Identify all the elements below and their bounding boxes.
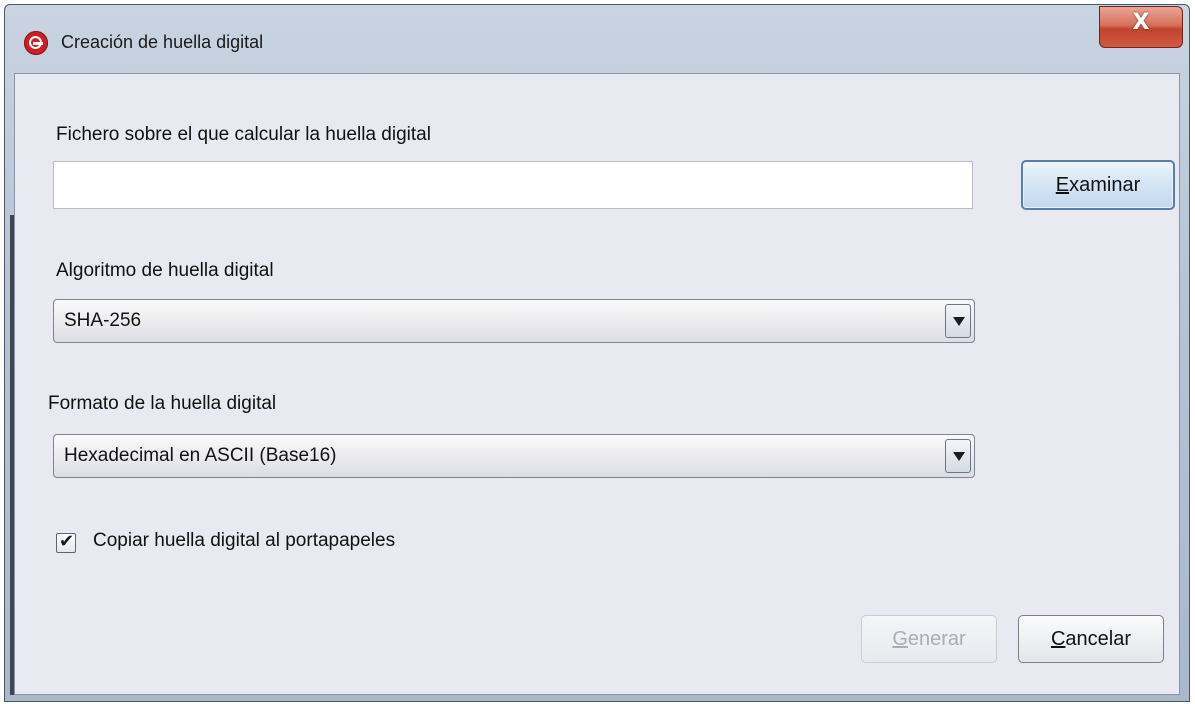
copy-clipboard-checkbox[interactable] xyxy=(56,531,76,553)
format-select-value: Hexadecimal en ASCII (Base16) xyxy=(64,445,337,466)
app-logo-icon xyxy=(24,31,48,55)
format-select[interactable]: Hexadecimal en ASCII (Base16) xyxy=(53,434,975,478)
format-label: Formato de la huella digital xyxy=(48,393,277,414)
generate-button[interactable]: Generar xyxy=(861,615,997,663)
dialog-content: Fichero sobre el que calcular la huella … xyxy=(14,73,1180,695)
cancel-button-label: Cancelar xyxy=(1050,628,1132,650)
close-icon: X xyxy=(1132,10,1150,35)
close-button[interactable]: X xyxy=(1099,6,1183,48)
algorithm-select[interactable]: SHA-256 xyxy=(53,299,975,343)
cancel-button[interactable]: Cancelar xyxy=(1018,615,1164,663)
browse-button-label: Examinar xyxy=(1055,174,1141,196)
algorithm-label: Algoritmo de huella digital xyxy=(56,260,274,281)
chevron-down-icon[interactable] xyxy=(945,439,971,473)
generate-button-label: Generar xyxy=(892,628,966,650)
dialog-window: Creación de huella digital X Fichero sob… xyxy=(4,4,1190,702)
title-bar[interactable]: Creación de huella digital X xyxy=(5,5,1189,73)
file-path-input[interactable] xyxy=(53,161,973,209)
window-title: Creación de huella digital xyxy=(61,32,264,52)
chevron-down-icon[interactable] xyxy=(945,304,971,338)
algorithm-select-value: SHA-256 xyxy=(64,310,142,331)
file-label: Fichero sobre el que calcular la huella … xyxy=(56,124,431,145)
browse-button[interactable]: Examinar xyxy=(1021,160,1175,210)
copy-clipboard-label[interactable]: Copiar huella digital al portapapeles xyxy=(93,530,395,552)
